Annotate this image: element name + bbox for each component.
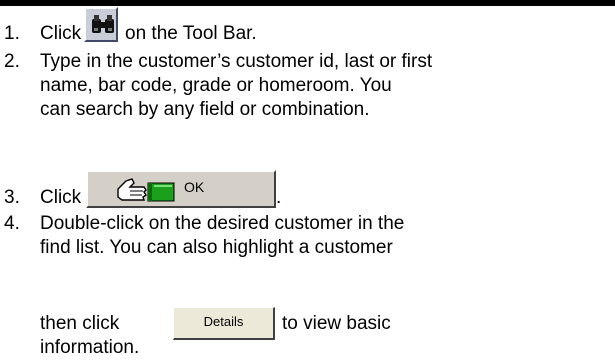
step-text: information. [40,337,140,358]
step-number: 4. [4,213,20,234]
step-text: name, bar code, grade or homeroom. You [40,75,392,96]
binoculars-icon [92,15,114,33]
top-rule [0,0,615,6]
step-text: Type in the customer’s customer id, last… [40,51,433,72]
step-text: Click [40,187,82,208]
step-text: then click [40,313,120,334]
find-toolbar-button[interactable] [84,7,118,42]
step-text: find list. You can also highlight a cust… [40,237,393,258]
step-number: 2. [4,51,20,72]
step-text: . [276,187,282,208]
details-button[interactable]: Details [173,307,275,340]
thumbs-up-icon [117,178,175,202]
step-text: on the Tool Bar. [125,23,257,44]
step-text: can search by any field or combination. [40,99,370,120]
step-number: 3. [4,187,20,208]
step-number: 1. [4,23,20,44]
ok-button[interactable]: OK [86,170,276,208]
step-text: Click [40,23,82,44]
ok-button-label: OK [184,179,205,195]
step-text: Double-click on the desired customer in … [40,213,405,234]
step-text: to view basic [282,313,391,334]
